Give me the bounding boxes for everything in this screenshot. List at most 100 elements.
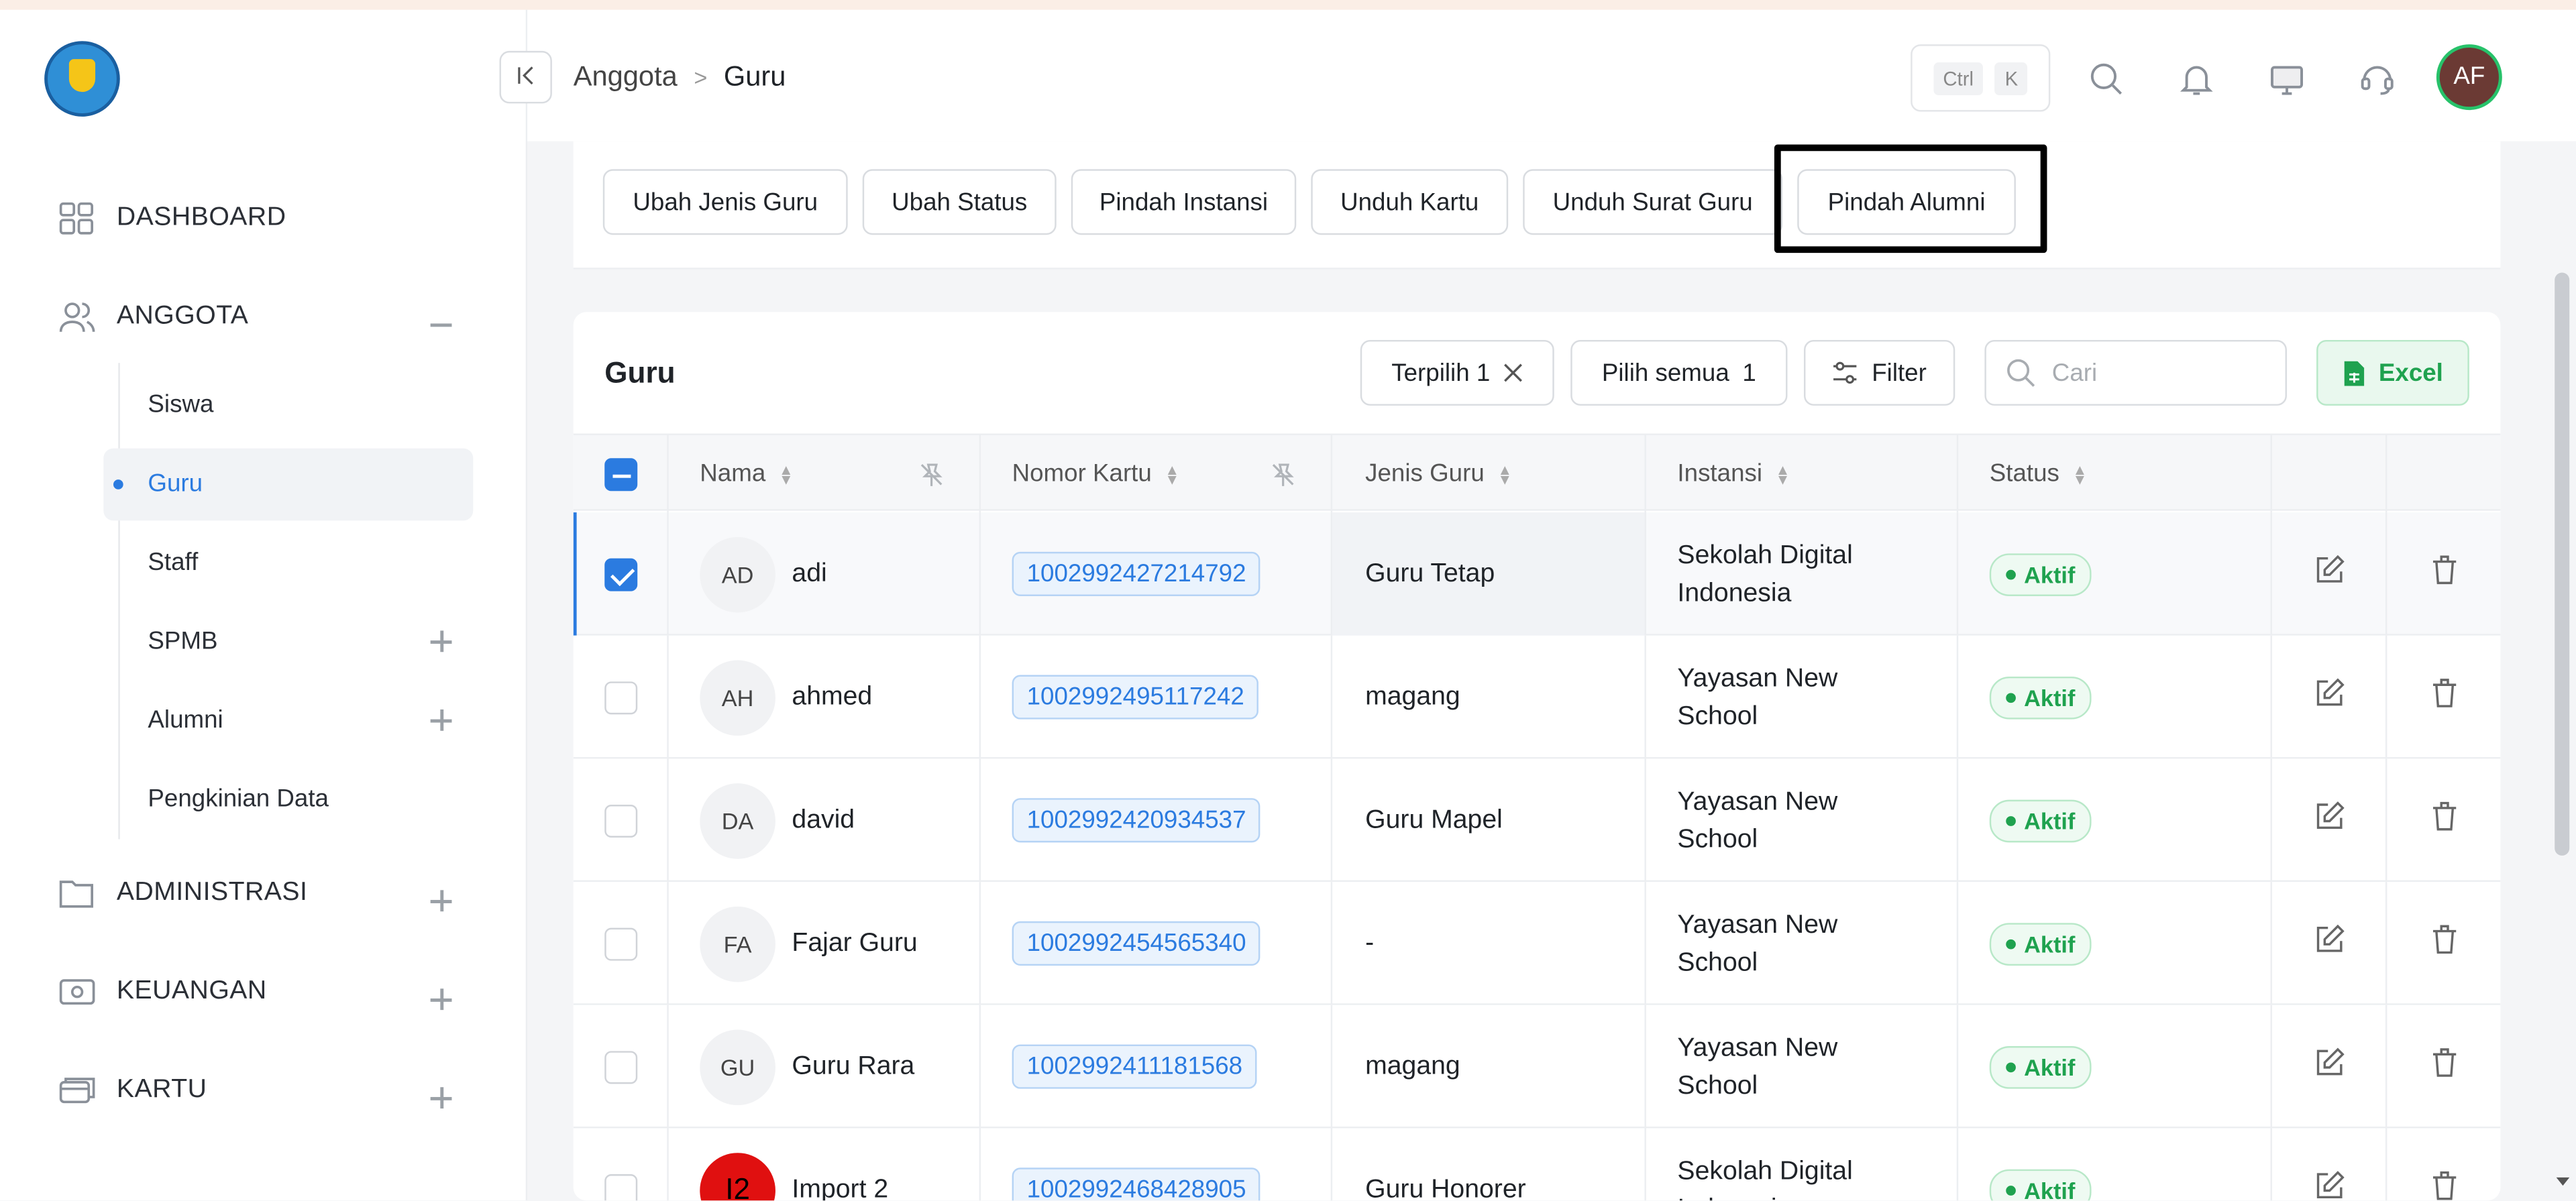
table-row[interactable]: AH ahmed 1002992495117242 magang Yayasan New… bbox=[573, 635, 2501, 759]
sidebar-item-dashboard[interactable]: DASHBOARD bbox=[59, 198, 286, 238]
column-label: Instansi bbox=[1677, 459, 1763, 488]
submenu-item-staff[interactable]: Staff bbox=[148, 549, 198, 577]
sidebar-item-keuangan[interactable]: KEUANGAN bbox=[59, 972, 267, 1012]
member-name[interactable]: david bbox=[792, 805, 855, 835]
submenu-item-alumni[interactable]: Alumni bbox=[148, 706, 223, 734]
status-cell: Aktif bbox=[1958, 1128, 2272, 1201]
unpin-icon[interactable] bbox=[918, 461, 945, 488]
search-field[interactable] bbox=[1984, 339, 2288, 406]
trash-icon[interactable] bbox=[2430, 925, 2457, 962]
row-checkbox[interactable] bbox=[604, 557, 637, 591]
table-row[interactable]: AD adi 1002992427214792 Guru Tetap Sekolah D… bbox=[573, 512, 2501, 636]
unpin-icon[interactable] bbox=[1270, 461, 1296, 488]
edit-icon[interactable] bbox=[2314, 924, 2344, 962]
collapse-anggota-icon[interactable] bbox=[430, 314, 453, 337]
trash-icon[interactable] bbox=[2430, 678, 2457, 716]
table-row[interactable]: I2 Import 2 1002992468428905 Guru Honorer Se… bbox=[573, 1128, 2501, 1201]
edit-icon[interactable] bbox=[2314, 678, 2344, 716]
status-cell: Aktif bbox=[1958, 1005, 2272, 1129]
table-row[interactable]: DA david 1002992420934537 Guru Mapel Yayasan… bbox=[573, 758, 2501, 882]
terpilih-chip[interactable]: Terpilih 1 bbox=[1360, 339, 1554, 406]
close-icon[interactable] bbox=[1503, 363, 1523, 382]
user-avatar[interactable]: AF bbox=[2436, 44, 2502, 111]
row-checkbox[interactable] bbox=[604, 803, 637, 837]
sidebar-item-anggota[interactable]: ANGGOTA bbox=[59, 297, 248, 337]
edit-icon[interactable] bbox=[2314, 555, 2344, 593]
ubah-status-button[interactable]: Ubah Status bbox=[862, 169, 1057, 235]
instansi-line-1: Yayasan New bbox=[1677, 787, 1838, 815]
sort-icon[interactable]: ▲ ▼ bbox=[1776, 461, 1790, 486]
trash-icon[interactable] bbox=[2430, 1047, 2457, 1085]
name-cell: AD adi bbox=[669, 512, 981, 636]
member-name[interactable]: ahmed bbox=[792, 683, 872, 712]
breadcrumb-parent[interactable]: Anggota bbox=[574, 61, 678, 94]
search-input[interactable] bbox=[2051, 359, 2249, 387]
sort-icon[interactable]: ▲ ▼ bbox=[1497, 461, 1512, 486]
column-status[interactable]: Status ▲ ▼ bbox=[1958, 435, 2272, 513]
ubah-jenis-guru-button[interactable]: Ubah Jenis Guru bbox=[602, 169, 848, 235]
row-checkbox[interactable] bbox=[604, 927, 637, 960]
filter-button[interactable]: Filter bbox=[1804, 339, 1955, 406]
table-row[interactable]: FA Fajar Guru 1002992454565340- Yayasan New… bbox=[573, 882, 2501, 1005]
table-row[interactable]: GU Guru Rara 1002992411181568 magang Yayasan… bbox=[573, 1005, 2501, 1129]
card-number-tag[interactable]: 1002992420934537 bbox=[1012, 798, 1261, 843]
sidebar-item-kartu[interactable]: KARTU bbox=[59, 1071, 207, 1110]
app-logo[interactable] bbox=[44, 41, 120, 117]
headset-icon[interactable] bbox=[2359, 61, 2396, 97]
card-number-tag[interactable]: 1002992454565340 bbox=[1012, 921, 1261, 966]
collapse-sidebar-button[interactable] bbox=[499, 50, 552, 104]
page-scrollbar[interactable] bbox=[2551, 141, 2576, 1201]
edit-icon[interactable] bbox=[2314, 801, 2344, 839]
card-number-tag[interactable]: 1002992427214792 bbox=[1012, 551, 1261, 596]
instansi-line-2: School bbox=[1677, 825, 1758, 854]
status-dot-icon bbox=[2006, 1184, 2016, 1195]
card-number-tag[interactable]: 1002992468428905 bbox=[1012, 1167, 1261, 1201]
trash-icon[interactable] bbox=[2430, 801, 2457, 839]
unduh-kartu-button[interactable]: Unduh Kartu bbox=[1311, 169, 1509, 235]
card-number-tag[interactable]: 1002992495117242 bbox=[1012, 675, 1259, 720]
unduh-surat-guru-button[interactable]: Unduh Surat Guru bbox=[1523, 169, 1783, 235]
submenu-item-siswa[interactable]: Siswa bbox=[148, 391, 213, 419]
expand-administrasi-icon[interactable] bbox=[430, 890, 453, 913]
member-name[interactable]: Import 2 bbox=[792, 1175, 888, 1200]
member-name[interactable]: Fajar Guru bbox=[792, 929, 917, 958]
expand-keuangan-icon[interactable] bbox=[430, 988, 453, 1011]
expand-spmb-icon[interactable] bbox=[430, 630, 453, 653]
card-number-tag[interactable]: 1002992411181568 bbox=[1012, 1044, 1258, 1089]
status-badge: Aktif bbox=[1989, 799, 2092, 842]
column-nomor-kartu[interactable]: Nomor Kartu ▲ ▼ bbox=[981, 435, 1333, 513]
submenu-item-pengkinian-data[interactable]: Pengkinian Data bbox=[148, 785, 329, 813]
sort-icon[interactable]: ▲ ▼ bbox=[779, 461, 794, 486]
expand-alumni-icon[interactable] bbox=[430, 709, 453, 732]
column-instansi[interactable]: Instansi ▲ ▼ bbox=[1646, 435, 1959, 513]
command-search-shortcut[interactable]: Ctrl K bbox=[1911, 44, 2051, 112]
submenu-item-guru[interactable]: Guru bbox=[148, 469, 203, 498]
scroll-down-icon[interactable] bbox=[2555, 1176, 2571, 1189]
bell-icon[interactable] bbox=[2178, 61, 2214, 97]
column-jenis-guru[interactable]: Jenis Guru ▲ ▼ bbox=[1332, 435, 1646, 513]
trash-icon[interactable] bbox=[2430, 555, 2457, 593]
row-checkbox[interactable] bbox=[604, 1173, 637, 1201]
member-name[interactable]: Guru Rara bbox=[792, 1052, 914, 1082]
delete-cell bbox=[2387, 1128, 2500, 1200]
member-name[interactable]: adi bbox=[792, 559, 826, 589]
search-icon[interactable] bbox=[2088, 61, 2125, 97]
column-nama[interactable]: Nama ▲ ▼ bbox=[669, 435, 981, 513]
row-checkbox[interactable] bbox=[604, 681, 637, 714]
select-all-checkbox[interactable] bbox=[604, 457, 637, 491]
export-excel-button[interactable]: Excel bbox=[2316, 339, 2469, 406]
sort-icon[interactable]: ▲ ▼ bbox=[1165, 461, 1179, 486]
sort-icon[interactable]: ▲ ▼ bbox=[2072, 461, 2087, 486]
trash-icon[interactable] bbox=[2430, 1171, 2457, 1200]
scrollbar-thumb[interactable] bbox=[2555, 272, 2570, 856]
submenu-item-spmb[interactable]: SPMB bbox=[148, 628, 217, 656]
instansi-cell: Yayasan New School bbox=[1646, 758, 1959, 882]
expand-kartu-icon[interactable] bbox=[430, 1087, 453, 1110]
edit-icon[interactable] bbox=[2314, 1171, 2344, 1200]
row-checkbox[interactable] bbox=[604, 1050, 637, 1084]
pindah-instansi-button[interactable]: Pindah Instansi bbox=[1071, 169, 1297, 235]
monitor-icon[interactable] bbox=[2269, 61, 2305, 97]
sidebar-item-administrasi[interactable]: ADMINISTRASI bbox=[59, 874, 307, 913]
pilih-semua-button[interactable]: Pilih semua 1 bbox=[1570, 339, 1788, 406]
edit-icon[interactable] bbox=[2314, 1047, 2344, 1085]
